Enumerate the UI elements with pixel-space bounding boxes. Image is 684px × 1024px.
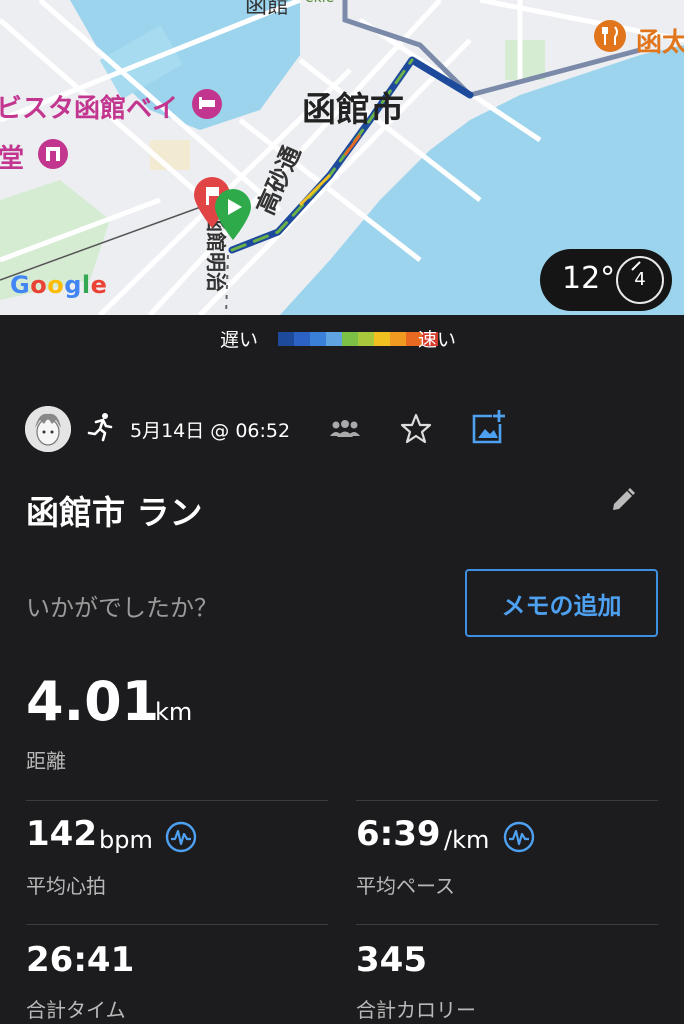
pace-color-swatch	[358, 332, 374, 346]
distance-label: 距離	[26, 749, 66, 773]
favorite-star-icon[interactable]	[399, 412, 433, 446]
hotel-pin-icon	[192, 89, 222, 119]
avatar[interactable]	[25, 406, 71, 452]
avg-hr-label: 平均心拍	[26, 874, 106, 898]
total-time-value: 26:41	[26, 940, 135, 980]
avg-hr-unit: bpm	[99, 826, 153, 854]
pace-chart-icon[interactable]	[502, 820, 536, 854]
map-label-hall: 堂	[0, 144, 25, 174]
activity-title: 函館市 ラン	[26, 493, 203, 532]
total-calories-label: 合計カロリー	[356, 998, 476, 1022]
total-calories-value: 345	[356, 940, 427, 980]
stats-divider	[356, 800, 658, 801]
google-logo: Google	[10, 271, 108, 299]
group-icon[interactable]	[328, 418, 362, 440]
wind-speed: 4	[634, 269, 646, 290]
map-label-city: 函館市	[302, 90, 404, 130]
avg-pace-value: 6:39	[356, 814, 441, 854]
restaurant-pin-icon	[594, 20, 626, 52]
pace-color-swatch	[342, 332, 358, 346]
map-label-restaurant: 函太	[636, 28, 684, 58]
weather-temperature: 12°	[562, 261, 616, 296]
running-icon	[87, 413, 113, 442]
add-memo-button[interactable]: メモの追加	[465, 569, 658, 637]
feedback-prompt: いかがでしたか？	[26, 594, 218, 622]
wind-dial-icon: 4	[616, 256, 664, 304]
legend-fast-label: 速い	[418, 329, 457, 351]
add-photo-icon[interactable]	[470, 408, 506, 446]
distance-value: 4.01	[26, 670, 160, 733]
pace-color-swatch	[326, 332, 342, 346]
pace-legend: 遅い 速い	[0, 315, 684, 361]
pace-color-bar	[278, 332, 438, 346]
start-pin-icon	[215, 189, 251, 240]
pace-color-swatch	[294, 332, 310, 346]
pace-color-swatch	[374, 332, 390, 346]
hr-chart-icon[interactable]	[164, 820, 198, 854]
map-label-hotel: ビスタ函館ベイ	[0, 94, 179, 124]
pace-color-swatch	[278, 332, 294, 346]
avg-hr-value: 142	[26, 814, 97, 854]
edit-pencil-icon[interactable]	[609, 486, 637, 514]
activity-date: 5月14日 @ 06:52	[130, 420, 291, 442]
stats-divider	[26, 924, 328, 925]
pace-color-swatch	[310, 332, 326, 346]
distance-unit: km	[155, 698, 193, 726]
weather-badge[interactable]: 12° 4	[540, 249, 672, 311]
stats-divider	[26, 800, 328, 801]
map-label-hakodate: 函館	[245, 0, 290, 19]
avatar-illustration	[25, 406, 71, 452]
total-time-label: 合計タイム	[26, 998, 126, 1022]
place-pin-icon	[38, 139, 68, 169]
activity-header: 5月14日 @ 06:52	[0, 400, 684, 460]
route-map[interactable]: 函館 ekie 函館市 ビスタ函館ベイ 堂 函太 高砂通 函館明治 Google…	[0, 0, 684, 315]
legend-slow-label: 遅い	[220, 329, 259, 351]
map-label-ekie: ekie	[305, 0, 334, 6]
avg-pace-label: 平均ペース	[356, 874, 455, 898]
stats-divider	[356, 924, 658, 925]
avg-pace-unit: /km	[444, 826, 490, 854]
pace-color-swatch	[390, 332, 406, 346]
